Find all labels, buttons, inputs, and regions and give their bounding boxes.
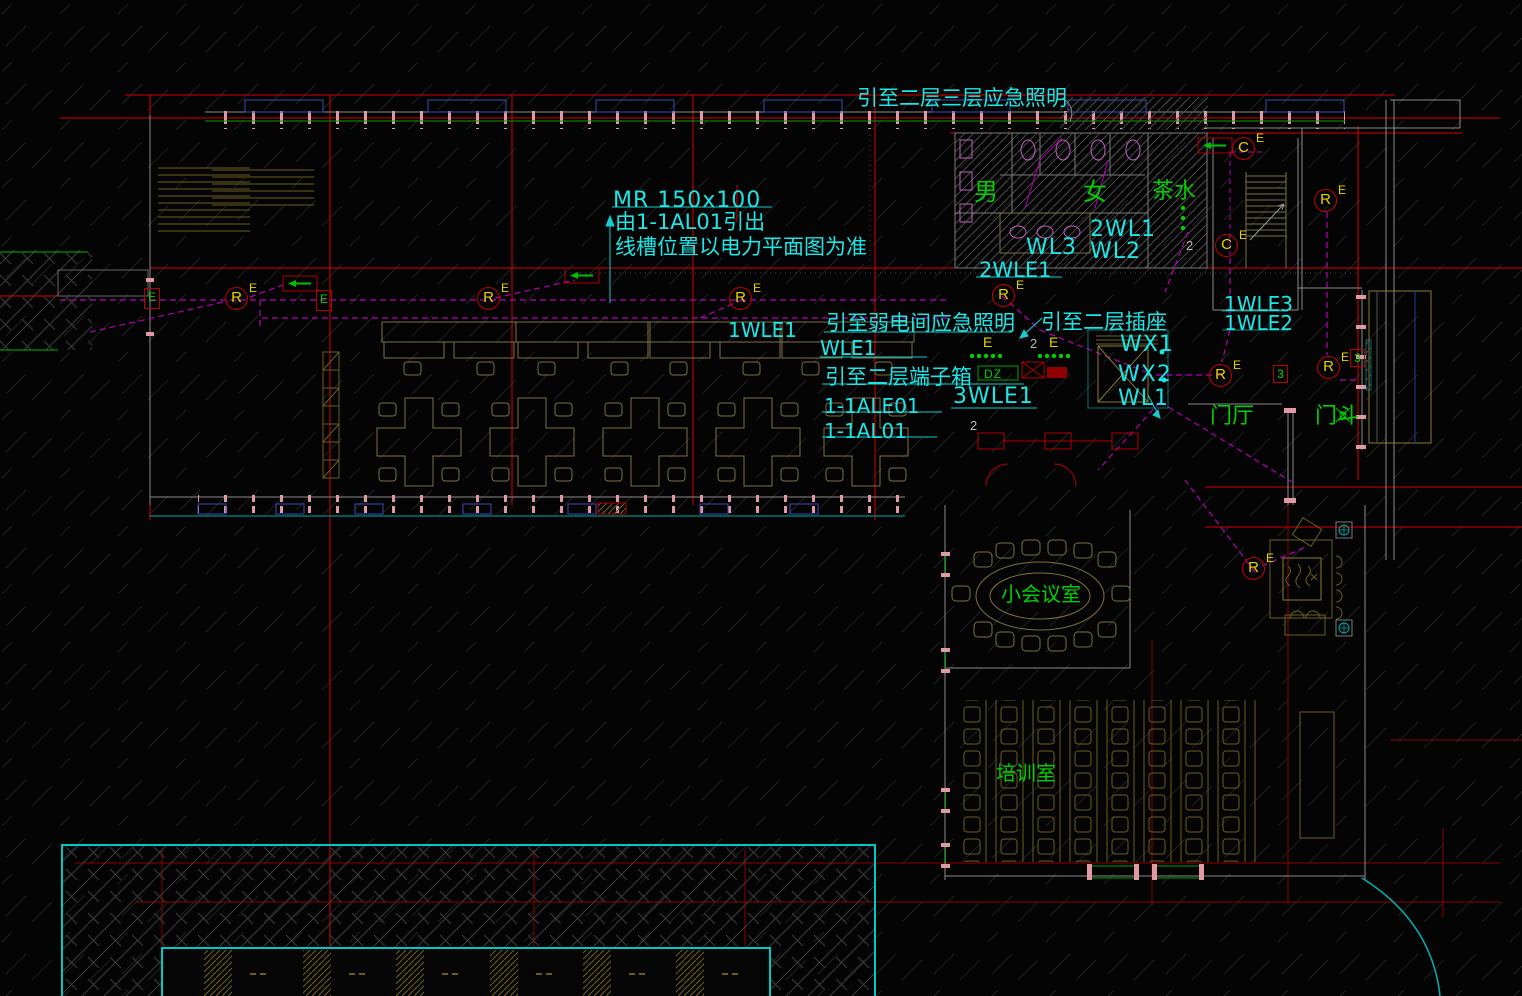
note-weak-room: 引至弱电间应急照明	[826, 313, 1015, 334]
circuit-wl1: WL1	[1118, 388, 1169, 410]
circuit-wx2: WX2	[1118, 364, 1172, 386]
floor-plan-linework	[0, 0, 1522, 996]
circuit-wle1: WLE1	[820, 338, 876, 358]
window-band-bottom	[150, 495, 905, 516]
emergency-light-marker: RE	[1314, 189, 1345, 212]
circuit-2wl1: 2WL1	[1090, 219, 1156, 241]
emergency-exit-box: E	[144, 288, 160, 309]
circuit-wx1: WX1	[1120, 334, 1174, 356]
cad-canvas[interactable]: 引至二层三层应急照明 MR 150x100 由1-1AL01引出 线槽位置以电力…	[0, 0, 1522, 996]
note-terminal-box: 引至二层端子箱	[825, 367, 972, 388]
ground-patch-left	[0, 250, 92, 350]
emergency-light-marker: RE	[477, 287, 508, 310]
emergency-light-marker: RE	[1317, 356, 1348, 379]
wire-count-label: 2	[1186, 238, 1193, 253]
emergency-light-marker: RE	[225, 287, 256, 310]
switch-3-box: 3	[1350, 349, 1365, 367]
emergency-light-marker: RE	[729, 287, 760, 310]
ceiling-light-marker: CE	[1215, 234, 1246, 257]
ceiling-light-marker: CE	[1232, 137, 1263, 160]
emergency-light-marker: RE	[992, 284, 1023, 307]
circuit-1wle1: 1WLE1	[728, 320, 797, 340]
switch-3-box: 3	[1273, 365, 1288, 383]
note-tray-note: 线槽位置以电力平面图为准	[615, 237, 867, 258]
wire-count-label: 2	[1030, 336, 1037, 351]
strip-light-e-label: E	[983, 334, 992, 350]
wire-count-label: 2	[970, 418, 977, 433]
emergency-light-marker: RE	[1209, 364, 1240, 387]
note-socket-riser: 引至二层插座	[1041, 312, 1167, 333]
canopy-structure	[62, 845, 875, 996]
note-emergency-riser: 引至二层三层应急照明	[857, 88, 1067, 109]
circuit-wl2: WL2	[1090, 241, 1141, 263]
emergency-exit-box: E	[316, 290, 332, 311]
room-label-training: 培训室	[996, 763, 1056, 783]
room-label-tea: 茶水	[1152, 181, 1196, 203]
feeder-1-1al01: 1-1AL01	[824, 421, 907, 441]
circuit-3wle1: 3WLE1	[953, 386, 1034, 408]
emergency-light-marker: RE	[1242, 557, 1273, 580]
strip-light-e-label: E	[1049, 334, 1058, 350]
room-label-lobby: 门厅	[1210, 406, 1254, 428]
note-tray-from: 由1-1AL01引出	[615, 212, 765, 233]
circuit-wl3: WL3	[1026, 237, 1077, 259]
terminal-box-dz-label: DZ	[984, 367, 1002, 381]
feeder-1-1ale01: 1-1ALE01	[824, 396, 920, 416]
room-label-meeting: 小会议室	[1001, 584, 1081, 604]
circuit-1wle2: 1WLE2	[1224, 313, 1293, 333]
room-label-men: 男	[974, 180, 998, 204]
note-tray-spec: MR 150x100	[613, 190, 761, 212]
room-label-women: 女	[1083, 180, 1107, 204]
room-label-vestibule: 门斗	[1315, 406, 1359, 428]
